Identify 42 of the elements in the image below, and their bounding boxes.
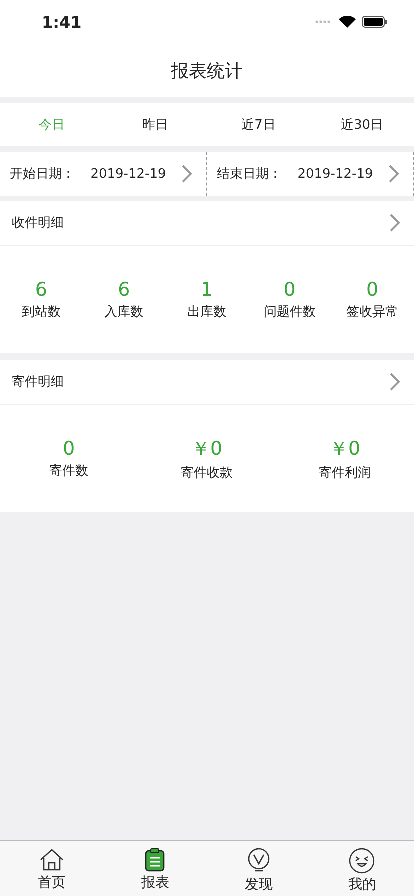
stat-label: 问题件数	[264, 304, 316, 320]
stat-value: 1	[200, 278, 214, 300]
lightbulb-icon	[246, 848, 271, 874]
stat-label: 到站数	[22, 304, 61, 320]
tab-bar-item[interactable]: 我的	[310, 841, 414, 896]
stat-label: 寄件利润	[319, 464, 371, 482]
stat-label: 入库数	[104, 304, 144, 320]
section-header[interactable]: 收件明细	[0, 201, 414, 246]
wifi-icon	[339, 16, 356, 28]
stat-label: 签收异常	[346, 304, 399, 320]
house-icon	[38, 848, 65, 872]
date-picker[interactable]: 结束日期： 2019-12-19	[207, 152, 414, 196]
chevron-icon	[182, 165, 192, 183]
tab-bar-item[interactable]: 发现	[207, 841, 310, 896]
stat-value: 6	[118, 278, 130, 300]
chevron-icon	[389, 165, 399, 183]
period-tab[interactable]: 近30日	[310, 103, 414, 146]
section-title: 寄件明细	[12, 374, 64, 391]
section-title: 收件明细	[12, 215, 64, 232]
signal-icon	[315, 20, 333, 24]
stat-label: 寄件数	[50, 462, 88, 480]
section-header[interactable]: 寄件明细	[0, 360, 414, 405]
page-title: 报表统计	[171, 60, 243, 82]
date-picker[interactable]: 开始日期： 2019-12-19	[0, 152, 207, 196]
stat-label: 寄件收款	[181, 464, 233, 482]
period-tab[interactable]: 近7日	[207, 103, 310, 146]
chevron-icon	[390, 214, 400, 232]
stat-value: ￥0	[191, 436, 223, 462]
smiley-icon	[349, 848, 376, 874]
battery-icon	[362, 16, 388, 28]
clipboard-icon	[145, 848, 166, 872]
stat-value: 0	[366, 278, 379, 300]
chevron-icon	[390, 373, 400, 391]
period-tab[interactable]: 昨日	[104, 103, 207, 146]
stat-value: 6	[35, 278, 48, 300]
tab-bar-item[interactable]: 首页	[0, 841, 104, 896]
stat-value: 0	[284, 278, 296, 300]
stat-value: ￥0	[329, 436, 361, 462]
stat-value: 0	[62, 438, 76, 460]
status-time: 1:41	[42, 12, 82, 32]
tab-bar-item[interactable]: 报表	[104, 841, 207, 896]
stat-label: 出库数	[187, 304, 226, 320]
